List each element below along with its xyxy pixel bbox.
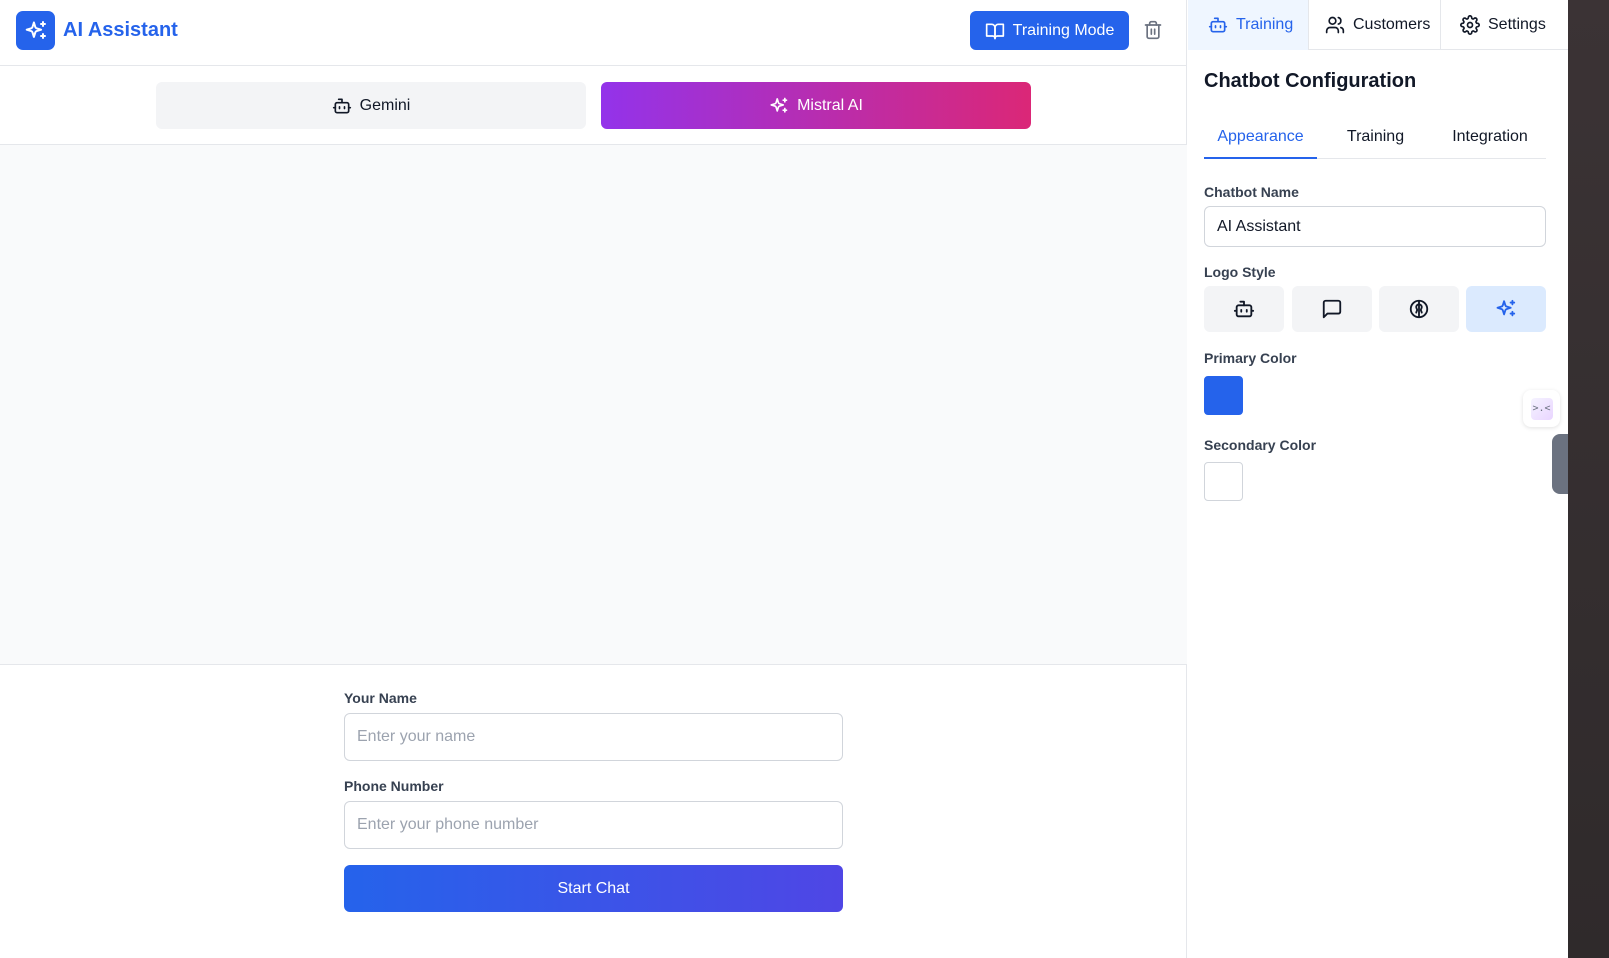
chat-messages-area: [0, 145, 1187, 665]
bot-icon: [332, 98, 351, 113]
config-top-tabs: Training Customers Settings: [1188, 0, 1568, 50]
secondary-color-label: Secondary Color: [1204, 437, 1317, 453]
tab-integration[interactable]: Integration: [1434, 118, 1546, 159]
tab-training-sub[interactable]: Training: [1317, 118, 1434, 159]
trash-icon: [1144, 20, 1162, 40]
name-field-label: Your Name: [344, 690, 417, 706]
config-sub-tabs: Appearance Training Integration: [1204, 118, 1546, 159]
gear-icon: [1460, 15, 1480, 35]
bot-icon: [1208, 17, 1228, 33]
logo-option-message[interactable]: [1292, 286, 1372, 332]
start-chat-button[interactable]: Start Chat: [344, 865, 843, 912]
chat-header: AI Assistant Training Mode: [0, 0, 1187, 66]
window-edge: [1568, 0, 1609, 958]
primary-color-swatch[interactable]: [1204, 376, 1243, 415]
message-square-icon: [1322, 299, 1342, 319]
secondary-color-swatch[interactable]: [1204, 462, 1243, 501]
tab-settings[interactable]: Settings: [1441, 0, 1568, 50]
tab-settings-label: Settings: [1488, 16, 1546, 33]
mistral-model-button[interactable]: Mistral AI: [601, 82, 1031, 129]
logo-style-label: Logo Style: [1204, 264, 1276, 280]
sparkles-icon: [1496, 299, 1516, 317]
sparkles-icon: [25, 20, 46, 39]
phone-field-label: Phone Number: [344, 778, 444, 794]
training-mode-button[interactable]: Training Mode: [970, 11, 1129, 50]
logo-option-bot[interactable]: [1204, 286, 1284, 332]
tab-training-label: Training: [1236, 16, 1294, 33]
chat-panel: AI Assistant Training Mode Gemini Mistra…: [0, 0, 1187, 958]
name-input[interactable]: [344, 713, 843, 761]
brain-icon: [1409, 299, 1429, 319]
book-open-icon: [985, 23, 1004, 39]
logo-option-sparkles[interactable]: [1466, 286, 1546, 332]
tab-customers-label: Customers: [1353, 16, 1431, 33]
gemini-label: Gemini: [359, 96, 411, 114]
model-selector: Gemini Mistral AI: [0, 66, 1187, 145]
phone-input[interactable]: [344, 801, 843, 849]
primary-color-label: Primary Color: [1204, 350, 1297, 366]
mistral-label: Mistral AI: [797, 96, 863, 114]
tab-appearance[interactable]: Appearance: [1204, 118, 1317, 159]
clear-chat-button[interactable]: [1141, 18, 1165, 42]
chatbot-name-input[interactable]: [1204, 206, 1546, 247]
config-title: Chatbot Configuration: [1204, 70, 1417, 92]
app-title: AI Assistant: [63, 19, 178, 41]
chatbot-name-label: Chatbot Name: [1204, 184, 1299, 200]
training-mode-label: Training Mode: [1012, 21, 1115, 39]
users-icon: [1325, 16, 1345, 34]
app-logo: [16, 11, 55, 50]
start-chat-form: Your Name Phone Number Start Chat: [344, 690, 843, 912]
sparkles-icon: [770, 97, 788, 113]
gemini-model-button[interactable]: Gemini: [156, 82, 586, 129]
tab-training[interactable]: Training: [1188, 0, 1309, 50]
app-window: AI Assistant Training Mode Gemini Mistra…: [0, 0, 1568, 958]
edge-drag-handle[interactable]: [1552, 434, 1568, 494]
widget-glyph: >.<: [1530, 397, 1553, 420]
bot-icon: [1233, 300, 1255, 318]
logo-option-brain[interactable]: [1379, 286, 1459, 332]
floating-widget-button[interactable]: >.<: [1523, 390, 1560, 427]
config-panel: Training Customers Settings Chatbot Conf…: [1188, 0, 1568, 958]
tab-customers[interactable]: Customers: [1309, 0, 1441, 50]
